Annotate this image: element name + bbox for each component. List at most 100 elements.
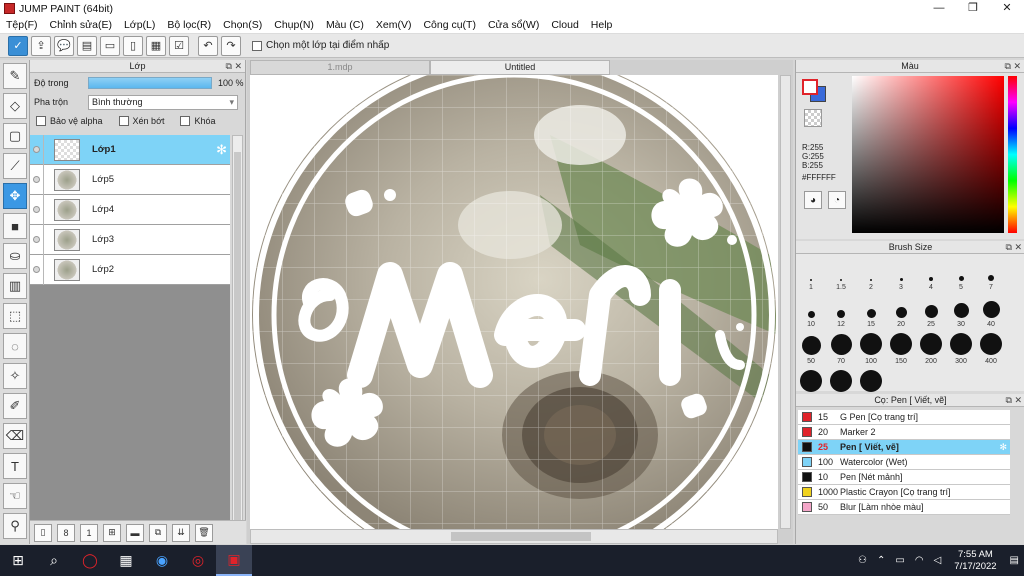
fill-rect-tool-icon[interactable]: ■ <box>3 213 27 239</box>
hue-slider[interactable] <box>1008 76 1017 233</box>
duplicate-layer-icon[interactable]: ⧉ <box>149 523 167 542</box>
brush-size-option[interactable]: 4 <box>916 255 946 292</box>
page-icon[interactable]: ▭ <box>100 35 120 56</box>
add-layer-menu-icon[interactable]: ⊞ <box>103 523 121 542</box>
pen-item[interactable]: 25 Pen [ Viết, vẽ] ✻ <box>798 440 1010 455</box>
visibility-toggle[interactable] <box>30 224 44 255</box>
new-1bit-layer-icon[interactable]: 1 <box>80 523 98 542</box>
text-box-icon[interactable]: ▤ <box>77 35 97 56</box>
frame-layout-icon[interactable]: ▦ <box>146 35 166 56</box>
canvas-vertical-scrollbar[interactable] <box>780 75 791 529</box>
move-tool-icon[interactable]: ✥ <box>3 183 27 209</box>
folder-icon[interactable]: ▬ <box>126 523 144 542</box>
app-grid-icon[interactable]: ▦ <box>108 545 144 576</box>
line-tool-icon[interactable]: ⟋ <box>3 153 27 179</box>
layer-row[interactable]: Lớp4 <box>30 194 230 225</box>
battery-icon[interactable]: ▭ <box>895 555 904 566</box>
opacity-slider[interactable] <box>88 77 212 89</box>
bucket-tool-icon[interactable]: ⛀ <box>3 243 27 269</box>
layer-scrollbar[interactable] <box>232 135 243 539</box>
foreground-color-swatch[interactable] <box>802 79 818 95</box>
transparent-color-swatch[interactable] <box>804 109 822 127</box>
brush-size-option[interactable]: 30 <box>946 292 976 329</box>
trash-icon[interactable]: 🗑 <box>195 523 213 542</box>
gear-icon[interactable]: ✻ <box>999 442 1007 453</box>
brush-size-option[interactable]: 20 <box>886 292 916 329</box>
brush-size-option[interactable]: 15 <box>856 292 886 329</box>
eyedropper-tool-icon[interactable]: ⚲ <box>3 513 27 539</box>
lasso-tool-icon[interactable]: ◌ <box>3 333 27 359</box>
pen-item[interactable]: 10 Pen [Nét mảnh] <box>798 470 1010 485</box>
zalo-icon[interactable]: ◉ <box>144 545 180 576</box>
tab-untitled[interactable]: Untitled <box>430 60 610 75</box>
select-layer-checkbox[interactable] <box>252 40 262 51</box>
undo-icon[interactable]: ↶ <box>198 35 218 56</box>
document-icon[interactable]: ▯ <box>123 35 143 56</box>
brush-size-option[interactable]: 70 <box>826 329 856 366</box>
visibility-toggle[interactable] <box>30 164 44 195</box>
layer-row[interactable]: Lớp1 ✻ <box>30 134 230 165</box>
brush-size-option[interactable]: 150 <box>886 329 916 366</box>
palette-icon[interactable]: ◕ <box>804 191 822 209</box>
panel-close-icon[interactable]: ⧉ ✕ <box>1006 241 1022 253</box>
saturation-value-picker[interactable] <box>852 76 1004 233</box>
cloud-check-icon[interactable]: ✓ <box>8 35 28 56</box>
brush-size-option[interactable]: 1.5 <box>826 255 856 292</box>
menu-filter[interactable]: Bộ lọc(R) <box>161 19 217 31</box>
close-button[interactable]: ✕ <box>990 0 1024 17</box>
menu-tools[interactable]: Công cụ(T) <box>417 19 482 31</box>
eraser-tool-icon[interactable]: ◇ <box>3 93 27 119</box>
opera-icon[interactable]: ◯ <box>72 545 108 576</box>
brush-size-option[interactable]: 10 <box>796 292 826 329</box>
speech-bubble-icon[interactable]: 💬 <box>54 35 74 56</box>
artboard[interactable] <box>250 75 778 529</box>
brush-size-option[interactable]: 300 <box>946 329 976 366</box>
visibility-toggle[interactable] <box>30 254 44 285</box>
brush-size-option[interactable]: 2 <box>856 255 886 292</box>
blend-mode-select[interactable]: Bình thường <box>88 94 238 110</box>
menu-layer[interactable]: Lớp(L) <box>118 19 161 31</box>
select-layer-on-click-option[interactable]: Chọn một lớp tại điểm nhấp <box>252 40 389 51</box>
layer-row[interactable]: Lớp3 <box>30 224 230 255</box>
gear-icon[interactable]: ✻ <box>216 142 227 158</box>
panel-close-icon[interactable]: ⧉ ✕ <box>226 60 242 72</box>
pen-item[interactable]: 50 Blur [Làm nhòe màu] <box>798 500 1010 515</box>
people-icon[interactable]: ⚇ <box>858 555 867 566</box>
brush-size-option[interactable]: 50 <box>796 329 826 366</box>
visibility-toggle[interactable] <box>30 194 44 225</box>
menu-help[interactable]: Help <box>585 19 619 31</box>
layer-row[interactable]: Lớp5 <box>30 164 230 195</box>
clip-option[interactable]: Xén bớt <box>118 116 164 126</box>
maximize-button[interactable]: ❐ <box>956 0 990 17</box>
redo-icon[interactable]: ↷ <box>221 35 241 56</box>
palette-settings-icon[interactable]: ◔ <box>828 191 846 209</box>
select-eraser-tool-icon[interactable]: ⌫ <box>3 423 27 449</box>
brush-size-option[interactable]: 5 <box>946 255 976 292</box>
magic-wand-tool-icon[interactable]: ✧ <box>3 363 27 389</box>
new-8bit-layer-icon[interactable]: 8 <box>57 523 75 542</box>
hand-tool-icon[interactable]: ☜ <box>3 483 27 509</box>
panel-close-icon[interactable]: ⧉ ✕ <box>1006 394 1022 406</box>
windows-start-icon[interactable]: ⊞ <box>0 545 36 576</box>
opera-gx-icon[interactable]: ◎ <box>180 545 216 576</box>
protect-alpha-option[interactable]: Bảo vệ alpha <box>36 116 103 126</box>
brush-size-option[interactable]: 25 <box>916 292 946 329</box>
text-tool-icon[interactable]: T <box>3 453 27 479</box>
visibility-toggle[interactable] <box>30 134 44 165</box>
pen-item[interactable]: 15 G Pen [Cọ trang trí] <box>798 410 1010 425</box>
minimize-button[interactable]: — <box>922 0 956 17</box>
menu-cloud[interactable]: Cloud <box>545 19 584 31</box>
export-icon[interactable]: ⇪ <box>31 35 51 56</box>
pen-item[interactable]: 100 Watercolor (Wet) <box>798 455 1010 470</box>
wifi-icon[interactable]: ◠ <box>915 555 924 566</box>
rect-select-tool-icon[interactable]: ⬚ <box>3 303 27 329</box>
brush-size-option[interactable]: 7 <box>976 255 1006 292</box>
show-hidden-icon[interactable]: ⌃ <box>877 555 885 566</box>
menu-view[interactable]: Xem(V) <box>370 19 418 31</box>
new-layer-icon[interactable]: ▯ <box>34 523 52 542</box>
notification-icon[interactable]: ▤ <box>1010 555 1019 566</box>
jump-paint-taskbar-icon[interactable]: ▣ <box>216 545 252 576</box>
canvas-horizontal-scrollbar[interactable] <box>250 529 778 544</box>
tab-1mdp[interactable]: 1.mdp <box>250 60 430 75</box>
brush-tool-icon[interactable]: ✎ <box>3 63 27 89</box>
